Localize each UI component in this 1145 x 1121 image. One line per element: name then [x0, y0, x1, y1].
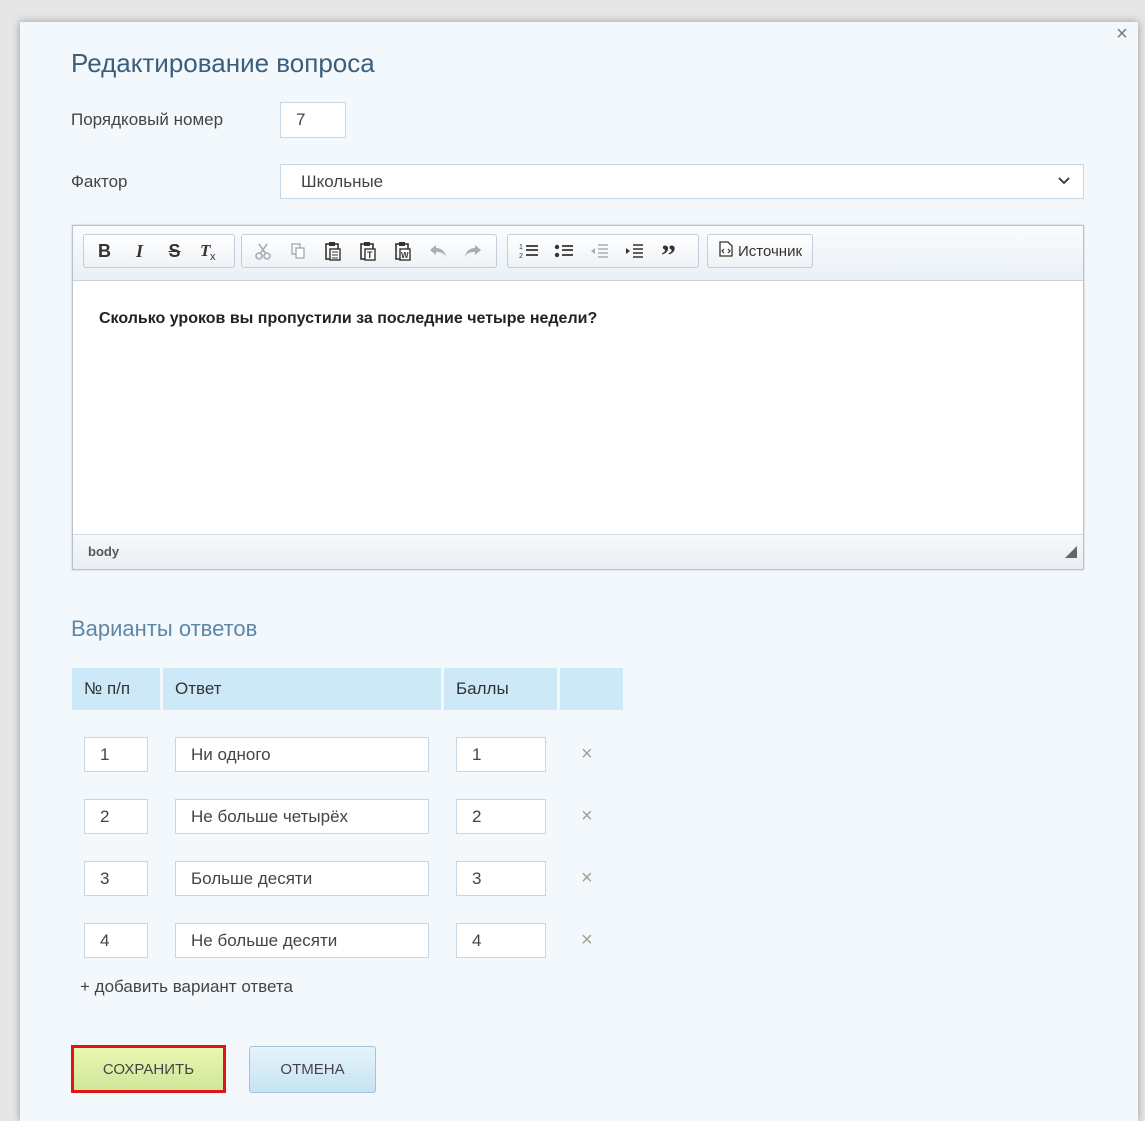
paste-text-icon[interactable]: T	[350, 236, 385, 266]
source-button[interactable]: Источник	[711, 241, 810, 261]
remove-format-icon[interactable]: Tx	[192, 236, 227, 266]
toolbar-group-format: B I S Tx	[83, 234, 235, 268]
editor-toolbar: B I S Tx T W 1 2 ” Источник	[73, 226, 1083, 281]
header-answer: Ответ	[163, 668, 441, 710]
paste-icon[interactable]	[315, 236, 350, 266]
svg-text:1: 1	[519, 244, 523, 251]
header-points: Баллы	[444, 668, 557, 710]
undo-icon[interactable]	[420, 236, 455, 266]
resize-grip-icon[interactable]	[1065, 545, 1077, 563]
answer-num-input[interactable]: 1	[84, 737, 148, 772]
source-icon	[719, 241, 733, 261]
answer-num-input[interactable]: 2	[84, 799, 148, 834]
answer-num-input[interactable]: 3	[84, 861, 148, 896]
answer-text-input[interactable]: Больше десяти	[175, 861, 429, 896]
toolbar-group-lists: 12 ”	[507, 231, 699, 272]
outdent-icon[interactable]	[581, 236, 616, 266]
order-number-label: Порядковый номер	[71, 110, 224, 129]
toolbar-group-clipboard: T W	[241, 234, 497, 268]
svg-text:T: T	[367, 250, 373, 260]
remove-icon[interactable]: ×	[581, 930, 599, 950]
remove-icon[interactable]: ×	[581, 868, 599, 888]
close-icon[interactable]: ×	[1112, 24, 1132, 44]
italic-icon[interactable]: I	[122, 236, 157, 266]
svg-text:W: W	[401, 251, 409, 260]
answer-num-input[interactable]: 4	[84, 923, 148, 958]
editor-statusbar: body	[73, 534, 1083, 569]
numbered-list-icon[interactable]: 12	[511, 236, 546, 266]
answers-section-title: Варианты ответов	[71, 616, 258, 641]
answer-text-input[interactable]: Не больше десяти	[175, 923, 429, 958]
header-actions	[560, 668, 623, 710]
blockquote-glyph: ”	[661, 239, 676, 272]
add-answer-link[interactable]: + добавить вариант ответа	[80, 977, 293, 997]
bold-icon[interactable]: B	[87, 236, 122, 266]
chevron-down-icon	[1057, 173, 1071, 193]
answer-points-input[interactable]: 4	[456, 923, 546, 958]
redo-icon[interactable]	[455, 236, 490, 266]
dialog-title: Редактирование вопроса	[71, 48, 375, 78]
factor-select-value: Школьные	[301, 171, 384, 191]
bulleted-list-icon[interactable]	[546, 236, 581, 266]
paste-word-icon[interactable]: W	[385, 236, 420, 266]
factor-select[interactable]: Школьные	[280, 164, 1084, 199]
blockquote-icon[interactable]: ”	[651, 231, 686, 272]
editor-content[interactable]: Сколько уроков вы пропустили за последни…	[99, 310, 597, 328]
svg-text:2: 2	[519, 253, 523, 260]
remove-icon[interactable]: ×	[581, 806, 599, 826]
answer-points-input[interactable]: 1	[456, 737, 546, 772]
answer-points-input[interactable]: 2	[456, 799, 546, 834]
save-button[interactable]: СОХРАНИТЬ	[71, 1045, 226, 1093]
factor-label: Фактор	[71, 172, 128, 191]
indent-icon[interactable]	[616, 236, 651, 266]
cut-icon[interactable]	[245, 236, 280, 266]
svg-text:x: x	[210, 251, 216, 261]
answer-text-input[interactable]: Не больше четырёх	[175, 799, 429, 834]
rich-text-editor: B I S Tx T W 1 2 ” Источник Сколько урок…	[72, 225, 1084, 570]
copy-icon[interactable]	[280, 236, 315, 266]
header-num: № п/п	[72, 668, 160, 710]
answer-text-input[interactable]: Ни одного	[175, 737, 429, 772]
source-label: Источник	[738, 242, 803, 260]
order-number-input[interactable]: 7	[280, 102, 346, 138]
toolbar-group-source: Источник	[707, 234, 813, 268]
remove-icon[interactable]: ×	[581, 744, 599, 764]
edit-question-dialog: × Редактирование вопроса Порядковый номе…	[20, 22, 1138, 1121]
strikethrough-icon[interactable]: S	[157, 236, 192, 266]
answer-points-input[interactable]: 3	[456, 861, 546, 896]
cancel-button[interactable]: ОТМЕНА	[249, 1046, 376, 1093]
element-path[interactable]: body	[88, 544, 119, 559]
